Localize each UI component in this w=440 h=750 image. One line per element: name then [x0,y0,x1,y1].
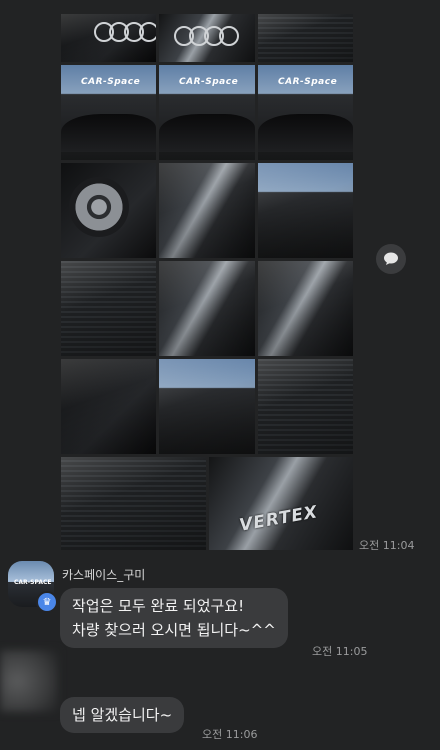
sender-name: 카스페이스_구미 [62,568,146,582]
photo-thumbnail[interactable]: VERTEX [209,457,353,550]
audi-rings-logo [94,22,156,42]
photo-row: CAR-Space CAR-Space CAR-Space [61,65,353,160]
photo-thumbnail[interactable] [61,261,156,356]
photo-row [61,14,353,62]
photo-row: VERTEX [61,457,353,550]
showroom-sign: CAR-Space [81,77,141,87]
vertex-badge-text: VERTEX [237,502,320,536]
showroom-sign: CAR-Space [278,77,338,87]
photo-thumbnail[interactable] [159,163,255,258]
message-text: 넵 알겠습니다~ [72,706,173,724]
photo-thumbnail[interactable]: CAR-Space [61,65,156,160]
photo-thumbnail[interactable] [61,163,156,258]
blurred-avatar [0,650,58,712]
photo-row [61,163,353,258]
photo-row [61,359,353,454]
photo-thumbnail[interactable] [159,359,255,454]
message-text-line: 차량 찾으러 오시면 됩니다~^^ [72,621,276,639]
photo-row [61,261,353,356]
wheel-image [69,177,129,237]
photo-thumbnail[interactable] [258,14,353,62]
crown-icon: ♛ [36,591,58,613]
message-text-line: 작업은 모두 완료 되었구요! [72,597,245,615]
message-timestamp: 오전 11:05 [312,645,368,658]
photo-thumbnail[interactable]: CAR-Space [159,65,255,160]
chat-bubble-icon [384,252,398,265]
avatar-logo-text: CAR-SPACE [14,579,52,586]
message-bubble[interactable]: 작업은 모두 완료 되었구요! 차량 찾으러 오시면 됩니다~^^ [60,588,288,648]
photo-thumbnail[interactable] [258,261,353,356]
share-button[interactable] [376,244,406,274]
photo-thumbnail[interactable]: CAR-Space [258,65,353,160]
photo-thumbnail[interactable] [258,359,353,454]
photo-thumbnail[interactable] [61,457,206,550]
photo-thumbnail[interactable] [159,14,255,62]
message-timestamp: 오전 11:06 [202,728,258,741]
showroom-sign: CAR-Space [179,77,239,87]
photo-thumbnail[interactable] [61,359,156,454]
photo-thumbnail[interactable] [159,261,255,356]
message-bubble[interactable]: 넵 알겠습니다~ [60,697,185,733]
audi-rings-logo [174,26,239,46]
photo-thumbnail[interactable] [258,163,353,258]
photo-thumbnail[interactable] [61,14,156,62]
photos-timestamp: 오전 11:04 [359,539,415,552]
